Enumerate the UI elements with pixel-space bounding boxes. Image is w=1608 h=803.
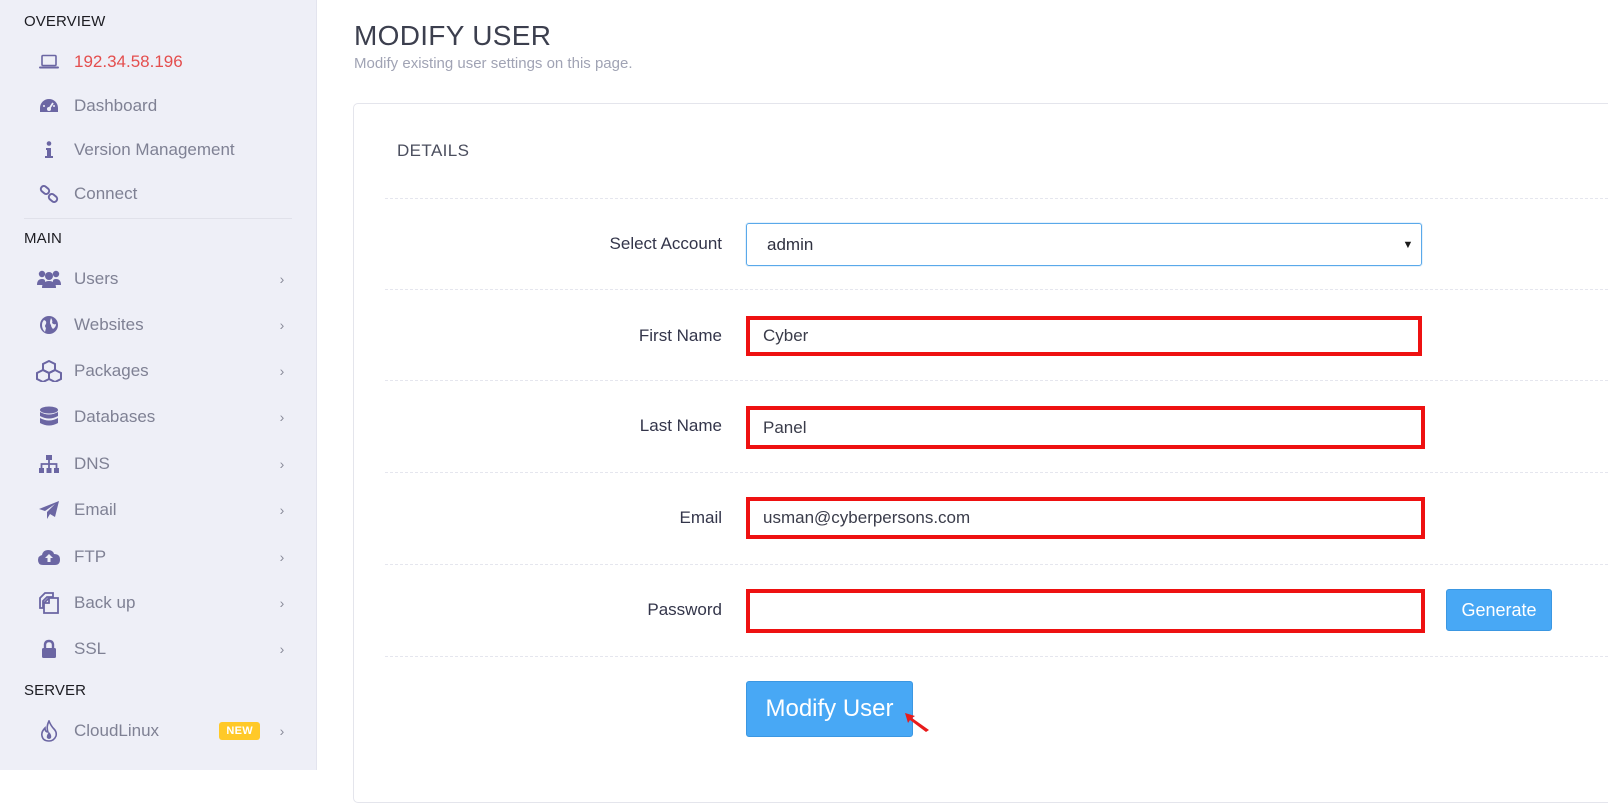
row-divider (385, 656, 1608, 657)
password-input[interactable] (746, 589, 1425, 633)
row-divider (385, 472, 1608, 473)
sidebar-item-label: Databases (74, 407, 156, 426)
sitemap-icon (24, 444, 74, 484)
section-title-server: SERVER (24, 682, 87, 699)
last-name-input[interactable]: Panel (746, 406, 1425, 449)
chevron-right-icon: › (279, 271, 285, 287)
sidebar-item-label: Users (74, 269, 119, 288)
password-label: Password (647, 600, 722, 619)
sidebar-item-server-ip[interactable]: 192.34.58.196 (24, 42, 292, 82)
email-input[interactable]: usman@cyberpersons.com (746, 497, 1425, 539)
sidebar-item-label: Back up (74, 593, 136, 612)
sidebar-item-label: Packages (74, 361, 149, 380)
laptop-icon (24, 42, 74, 82)
database-icon (24, 397, 74, 437)
sidebar-item-email[interactable]: Email › (24, 490, 292, 530)
flame-icon (24, 711, 74, 751)
new-badge: NEW (219, 722, 260, 740)
lock-icon (24, 629, 74, 669)
link-icon (24, 174, 74, 214)
info-icon (24, 130, 74, 170)
sidebar-item-ftp[interactable]: FTP › (24, 537, 292, 577)
sidebar-item-ssl[interactable]: SSL › (24, 629, 292, 669)
sidebar-item-backup[interactable]: Back up › (24, 583, 292, 623)
sidebar-item-websites[interactable]: Websites › (24, 305, 292, 345)
section-title-main: MAIN (24, 230, 62, 247)
sidebar-item-cloudlinux[interactable]: CloudLinux NEW › (24, 711, 292, 751)
sidebar-item-dashboard[interactable]: Dashboard (24, 86, 292, 126)
select-account-value: admin (767, 234, 814, 254)
chevron-right-icon: › (279, 409, 285, 425)
chevron-right-icon: › (279, 317, 285, 333)
sidebar-item-label: Version Management (74, 140, 235, 159)
copy-icon (24, 583, 74, 623)
sidebar-item-label: DNS (74, 454, 110, 473)
chevron-right-icon: › (279, 456, 285, 472)
pointer-arrow-icon (905, 713, 929, 732)
sidebar-item-users[interactable]: Users › (24, 259, 292, 299)
section-title-overview: OVERVIEW (24, 13, 106, 30)
card-title: DETAILS (397, 141, 470, 160)
sidebar-divider (24, 218, 292, 219)
sidebar-item-connect[interactable]: Connect (24, 174, 292, 214)
page-subtitle: Modify existing user settings on this pa… (354, 55, 633, 72)
row-divider (385, 198, 1608, 199)
chevron-right-icon: › (279, 549, 285, 565)
chevron-right-icon: › (279, 595, 285, 611)
page-title: MODIFY USER (354, 20, 552, 51)
sidebar-item-databases[interactable]: Databases › (24, 397, 292, 437)
sidebar-item-label: Email (74, 500, 117, 519)
first-name-input[interactable]: Cyber (746, 316, 1422, 356)
paper-plane-icon (24, 490, 74, 530)
first-name-label: First Name (638, 326, 722, 345)
sidebar-item-label: Connect (74, 184, 138, 203)
chevron-right-icon: › (279, 723, 285, 739)
modify-user-button[interactable]: Modify User (746, 681, 913, 737)
chevron-right-icon: › (279, 641, 285, 657)
row-divider (385, 380, 1608, 381)
cloud-upload-icon (24, 537, 74, 577)
cubes-icon (24, 351, 74, 391)
last-name-label: Last Name (639, 416, 722, 435)
sidebar-item-label: CloudLinux (74, 721, 160, 740)
chevron-right-icon: › (279, 502, 285, 518)
row-divider (385, 289, 1608, 290)
select-account-dropdown[interactable]: admin ▼ (746, 223, 1422, 266)
chevron-right-icon: › (279, 363, 285, 379)
sidebar: OVERVIEW 192.34.58.196 Dashboard Version… (0, 0, 317, 770)
sidebar-item-dns[interactable]: DNS › (24, 444, 292, 484)
caret-down-icon: ▼ (1402, 238, 1414, 251)
sidebar-item-label: SSL (74, 639, 107, 658)
sidebar-item-packages[interactable]: Packages › (24, 351, 292, 391)
select-account-label: Select Account (609, 234, 722, 253)
row-divider (385, 564, 1608, 565)
sidebar-item-label: FTP (74, 547, 107, 566)
generate-password-button[interactable]: Generate (1446, 589, 1552, 631)
email-label: Email (679, 508, 722, 527)
globe-icon (24, 305, 74, 345)
sidebar-item-label: Websites (74, 315, 144, 334)
dashboard-icon (24, 86, 74, 126)
users-icon (24, 259, 74, 299)
sidebar-item-label: 192.34.58.196 (74, 52, 183, 71)
details-card (353, 103, 1608, 803)
sidebar-item-label: Dashboard (74, 96, 158, 115)
sidebar-item-version-management[interactable]: Version Management (24, 130, 292, 170)
